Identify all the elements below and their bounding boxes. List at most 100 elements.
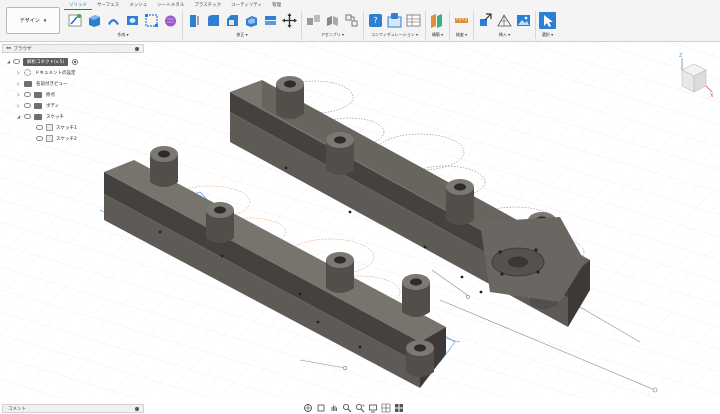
- pin-icon[interactable]: [135, 407, 139, 411]
- tree-item-sketch2[interactable]: スケッチ2: [4, 133, 154, 144]
- insert-mesh-icon[interactable]: [496, 12, 513, 29]
- pattern-icon[interactable]: [143, 12, 160, 29]
- visibility-eye-icon[interactable]: [24, 114, 31, 119]
- sketch-icon: [46, 124, 53, 131]
- group-label-insert: 挿入: [498, 32, 507, 37]
- group-label-inspect: 検査: [455, 32, 464, 37]
- tree-item-named-views[interactable]: ▷ 名前付きビュー: [4, 78, 154, 89]
- tab-manage[interactable]: 管理: [267, 1, 286, 10]
- tree-root[interactable]: ◢ 解析コネクト(v.5): [4, 56, 154, 67]
- sketch-icon: [46, 135, 53, 142]
- move-icon[interactable]: [281, 12, 298, 29]
- workspace-switcher[interactable]: デザイン ▾: [6, 7, 60, 34]
- tree-item-origin[interactable]: ▷ 原点: [4, 89, 154, 100]
- active-radio-icon[interactable]: [72, 58, 79, 65]
- chamfer-icon[interactable]: [224, 12, 241, 29]
- tree-item-label: 名前付きビュー: [36, 81, 68, 87]
- toolbar: デザイン ▾ ソリッド サーフェス メッシュ シートメタル プラスチック ユーテ…: [0, 0, 720, 42]
- fillet-icon[interactable]: [205, 12, 222, 29]
- look-at-icon[interactable]: [315, 403, 326, 413]
- comments-label: コメント: [8, 406, 26, 412]
- folder-icon: [34, 102, 42, 109]
- joint-icon[interactable]: [324, 12, 341, 29]
- tree-item-sketch1[interactable]: スケッチ1: [4, 122, 154, 133]
- tree-item-label: スケッチ: [46, 114, 64, 120]
- pan-hand-icon[interactable]: [328, 403, 339, 413]
- browser-tree: ◢ 解析コネクト(v.5) ▷ ドキュメントの設定 ▷ 名前付きビュー ▷ 原点…: [4, 56, 154, 144]
- configure-table-icon[interactable]: [386, 12, 403, 29]
- viewcube[interactable]: Z X: [672, 48, 716, 98]
- tree-item-label: 原点: [46, 92, 55, 98]
- group-construct: 構築 ▾: [426, 11, 450, 39]
- group-label-assemble: アセンブリ: [320, 32, 341, 37]
- select-cursor-icon[interactable]: [539, 12, 556, 29]
- group-inspect: 検査 ▾: [450, 11, 474, 39]
- hole-icon[interactable]: [124, 12, 141, 29]
- collapse-icon[interactable]: ◂◂: [6, 46, 11, 51]
- app-window: デザイン ▾ ソリッド サーフェス メッシュ シートメタル プラスチック ユーテ…: [0, 0, 720, 414]
- workspace-label: デザイン: [19, 18, 40, 24]
- visibility-eye-icon[interactable]: [13, 59, 20, 64]
- tree-item-document-settings[interactable]: ▷ ドキュメントの設定: [4, 67, 154, 78]
- configure-parameter-icon[interactable]: ?: [367, 12, 384, 29]
- tab-utilities[interactable]: ユーティリティ: [226, 1, 267, 10]
- group-assemble: アセンブリ ▾: [302, 11, 364, 39]
- insert-image-icon[interactable]: [515, 12, 532, 29]
- combine-icon[interactable]: [262, 12, 279, 29]
- expand-toggle-icon[interactable]: ▷: [16, 92, 21, 97]
- ribbon-tabs: ソリッド サーフェス メッシュ シートメタル プラスチック ユーティリティ 管理: [64, 1, 286, 10]
- tab-plastic[interactable]: プラスチック: [189, 1, 226, 10]
- tab-solid[interactable]: ソリッド: [64, 1, 92, 10]
- orbit-icon[interactable]: [302, 403, 313, 413]
- visibility-eye-icon[interactable]: [36, 136, 43, 141]
- expand-toggle-icon[interactable]: ▷: [16, 81, 21, 86]
- folder-icon: [34, 113, 42, 120]
- tab-surface[interactable]: サーフェス: [92, 1, 124, 10]
- group-create: 作成 ▾: [64, 11, 183, 39]
- tree-item-label: スケッチ2: [56, 136, 77, 142]
- visibility-eye-icon[interactable]: [36, 125, 43, 130]
- group-label-configure: コンフィギュレーション: [371, 32, 415, 37]
- grid-settings-icon[interactable]: [380, 403, 391, 413]
- shell-icon[interactable]: [243, 12, 260, 29]
- expand-toggle-icon[interactable]: ▷: [16, 103, 21, 108]
- expand-toggle-icon[interactable]: ◢: [6, 59, 11, 64]
- browser-header[interactable]: ◂◂ ブラウザ: [2, 44, 144, 53]
- tree-item-bodies[interactable]: ▷ ボディ: [4, 100, 154, 111]
- as-built-joint-icon[interactable]: [343, 12, 360, 29]
- expand-toggle-icon[interactable]: ▷: [16, 70, 21, 75]
- gear-icon: [24, 69, 31, 76]
- new-component-icon[interactable]: [305, 12, 322, 29]
- construct-plane-icon[interactable]: [429, 12, 446, 29]
- expand-toggle-icon[interactable]: ◢: [16, 114, 21, 119]
- visibility-eye-icon[interactable]: [24, 92, 31, 97]
- group-configure: ? コンフィギュレーション ▾: [364, 11, 426, 39]
- revolve-icon[interactable]: [105, 12, 122, 29]
- viewcube-z-label: Z: [679, 53, 683, 59]
- root-component-label: 解析コネクト(v.5): [23, 57, 69, 66]
- tree-item-sketches[interactable]: ◢ スケッチ: [4, 111, 154, 122]
- comments-panel[interactable]: コメント: [2, 404, 144, 413]
- extrude-icon[interactable]: [86, 12, 103, 29]
- new-sketch-icon[interactable]: [67, 12, 84, 29]
- display-settings-icon[interactable]: [367, 403, 378, 413]
- tab-sheet-metal[interactable]: シートメタル: [152, 1, 189, 10]
- pin-icon[interactable]: [135, 47, 139, 51]
- zoom-icon[interactable]: [341, 403, 352, 413]
- insert-derive-icon[interactable]: [477, 12, 494, 29]
- measure-icon[interactable]: [453, 12, 470, 29]
- form-icon[interactable]: [162, 12, 179, 29]
- tree-item-label: スケッチ1: [56, 125, 77, 131]
- browser-title: ブラウザ: [13, 46, 32, 52]
- press-pull-icon[interactable]: [186, 12, 203, 29]
- group-select: 選択 ▾: [536, 11, 559, 39]
- configure-rule-icon[interactable]: [405, 12, 422, 29]
- visibility-eye-icon[interactable]: [24, 103, 31, 108]
- tab-mesh[interactable]: メッシュ: [124, 1, 152, 10]
- navigation-bar: [302, 402, 420, 414]
- zoom-window-icon[interactable]: [354, 403, 365, 413]
- tree-item-label: ボディ: [46, 103, 60, 109]
- group-label-modify: 修正: [236, 32, 245, 37]
- folder-icon: [34, 91, 42, 98]
- viewports-icon[interactable]: [393, 403, 404, 413]
